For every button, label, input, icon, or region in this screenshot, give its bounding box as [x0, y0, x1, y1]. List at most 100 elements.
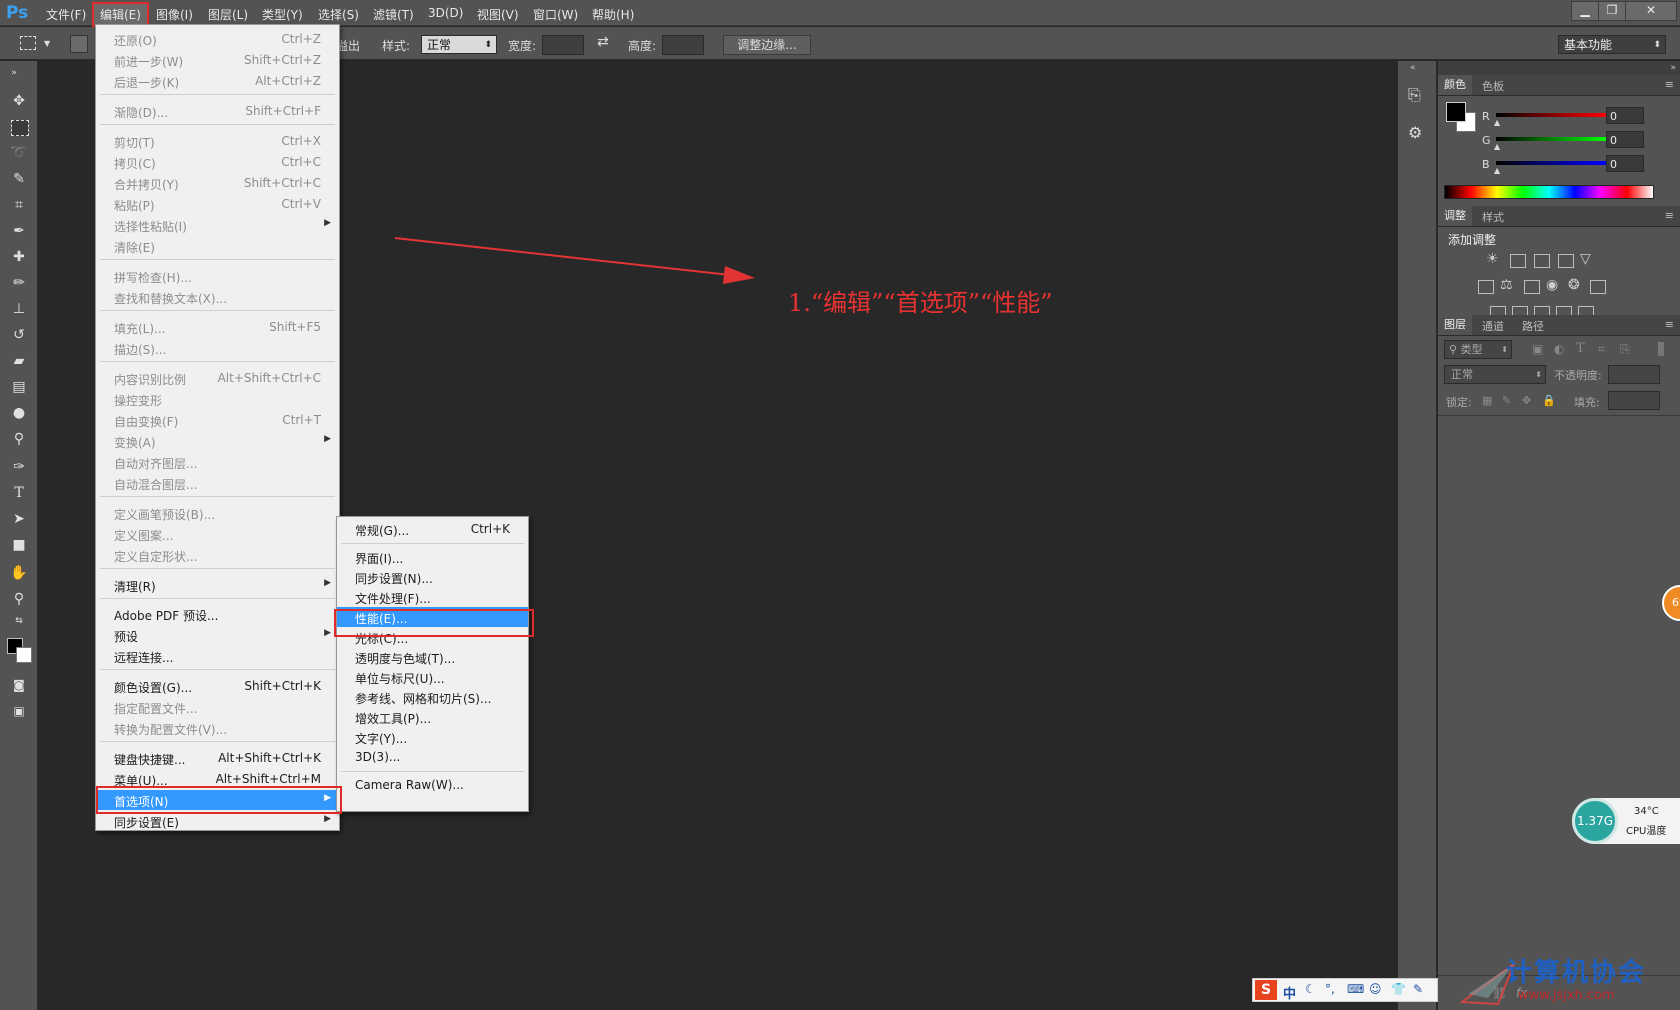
- cpu-widget[interactable]: 1.37G 34°C CPU温度: [1572, 798, 1680, 844]
- panel-menu-icon[interactable]: ≡: [1665, 209, 1674, 222]
- fill-input[interactable]: [1608, 391, 1660, 410]
- tab-channels[interactable]: 通道: [1482, 318, 1504, 334]
- preferences-menu-item[interactable]: 增效工具(P)...: [337, 707, 528, 727]
- channel-r-slider[interactable]: [1496, 113, 1606, 117]
- tab-layers[interactable]: 图层: [1438, 315, 1472, 335]
- lock-pixels-icon[interactable]: ✎: [1502, 394, 1511, 407]
- minimize-button[interactable]: ▁: [1571, 1, 1599, 21]
- eraser-tool-icon[interactable]: ▰: [9, 351, 29, 371]
- filter-smart-object-icon[interactable]: ⎘: [1620, 342, 1630, 357]
- tab-adjustments[interactable]: 调整: [1438, 206, 1472, 226]
- edit-menu-item[interactable]: 同步设置(E) ▶: [96, 811, 339, 831]
- photo-filter-icon[interactable]: ◉: [1546, 277, 1558, 293]
- levels-icon[interactable]: [1510, 254, 1526, 268]
- tab-styles[interactable]: 样式: [1482, 209, 1504, 225]
- tools-icon[interactable]: ✎: [1413, 982, 1423, 996]
- filter-shape-icon[interactable]: ⌗: [1598, 342, 1605, 357]
- opacity-input[interactable]: [1608, 365, 1660, 384]
- channel-r-value[interactable]: 0: [1606, 107, 1644, 124]
- lock-transparent-icon[interactable]: ▦: [1482, 394, 1492, 407]
- blur-tool-icon[interactable]: ●: [9, 403, 29, 423]
- eyedropper-tool-icon[interactable]: ✒: [9, 221, 29, 241]
- edit-menu-item[interactable]: 颜色设置(G)... Shift+Ctrl+K: [96, 676, 339, 696]
- preferences-menu-item[interactable]: 常规(G)... Ctrl+K: [337, 519, 528, 539]
- workspace-select[interactable]: 基本功能 ⬍: [1558, 35, 1666, 54]
- move-tool-icon[interactable]: ✥: [9, 91, 29, 111]
- preferences-menu-item[interactable]: 单位与标尺(U)...: [337, 667, 528, 687]
- background-color-swatch[interactable]: [16, 647, 32, 663]
- menu-select[interactable]: 选择(S): [318, 6, 359, 23]
- vibrance-icon[interactable]: ▽: [1580, 251, 1591, 267]
- filter-adjustment-icon[interactable]: ◐: [1554, 342, 1564, 356]
- menu-window[interactable]: 窗口(W): [533, 6, 578, 23]
- history-panel-icon[interactable]: ⎘: [1408, 85, 1421, 105]
- history-brush-tool-icon[interactable]: ↺: [9, 325, 29, 345]
- crop-tool-icon[interactable]: ⌗: [9, 195, 29, 215]
- moon-icon[interactable]: ☾: [1305, 982, 1316, 996]
- dodge-tool-icon[interactable]: ⚲: [9, 429, 29, 449]
- panel-menu-icon[interactable]: ≡: [1665, 318, 1674, 331]
- close-button[interactable]: ✕: [1625, 1, 1677, 21]
- pen-tool-icon[interactable]: ✑: [9, 457, 29, 477]
- rectangle-tool-icon[interactable]: ■: [9, 535, 29, 555]
- restore-button[interactable]: ❐: [1598, 1, 1626, 21]
- edit-menu-item[interactable]: 远程连接...: [96, 646, 339, 666]
- swap-colors-icon[interactable]: ⇆: [9, 611, 29, 631]
- preferences-menu-item[interactable]: Camera Raw(W)...: [337, 775, 528, 795]
- properties-panel-icon[interactable]: ⚙: [1408, 123, 1422, 142]
- channel-mixer-icon[interactable]: ❂: [1568, 277, 1580, 293]
- collapse-icon[interactable]: »: [4, 63, 24, 83]
- menu-image[interactable]: 图像(I): [156, 6, 193, 23]
- chevron-down-icon[interactable]: ▼: [44, 39, 50, 48]
- marquee-preset-icon[interactable]: [20, 36, 36, 50]
- preferences-menu-item[interactable]: 文字(Y)...: [337, 727, 528, 747]
- hand-tool-icon[interactable]: ✋: [9, 563, 29, 583]
- menu-filter[interactable]: 滤镜(T): [373, 6, 414, 23]
- brightness-icon[interactable]: ☀: [1486, 251, 1499, 267]
- edit-menu-item[interactable]: 预设 ▶: [96, 625, 339, 645]
- edit-menu-item[interactable]: 清理(R) ▶: [96, 575, 339, 595]
- filter-type-icon[interactable]: T: [1576, 341, 1585, 356]
- tab-color[interactable]: 颜色: [1438, 75, 1472, 95]
- menu-3d[interactable]: 3D(D): [428, 6, 463, 20]
- keyboard-icon[interactable]: ⌨: [1347, 982, 1364, 996]
- menu-type[interactable]: 类型(Y): [262, 6, 303, 23]
- color-balance-icon[interactable]: ⚖: [1500, 277, 1513, 293]
- channel-b-slider[interactable]: [1496, 161, 1606, 165]
- width-input[interactable]: [542, 35, 584, 55]
- filter-pixel-icon[interactable]: ▣: [1532, 342, 1543, 356]
- color-lookup-icon[interactable]: [1590, 280, 1606, 294]
- channel-g-value[interactable]: 0: [1606, 131, 1644, 148]
- style-select[interactable]: 正常 ⬍: [421, 35, 497, 54]
- refine-edge-button[interactable]: 调整边缘...: [723, 35, 811, 55]
- preferences-menu-item[interactable]: 界面(I)...: [337, 547, 528, 567]
- gradient-tool-icon[interactable]: ▤: [9, 377, 29, 397]
- channel-g-slider[interactable]: [1496, 137, 1606, 141]
- layer-filter-select[interactable]: ⚲ 类型 ⬍: [1444, 340, 1512, 359]
- brush-tool-icon[interactable]: ✏: [9, 273, 29, 293]
- color-spectrum-bar[interactable]: [1444, 185, 1654, 199]
- collapse-icon[interactable]: «: [1410, 63, 1416, 73]
- preferences-menu-item[interactable]: 同步设置(N)...: [337, 567, 528, 587]
- skin-icon[interactable]: 👕: [1391, 982, 1406, 996]
- healing-brush-tool-icon[interactable]: ✚: [9, 247, 29, 267]
- preferences-menu-item[interactable]: 3D(3)...: [337, 747, 528, 767]
- hue-saturation-icon[interactable]: [1478, 280, 1494, 294]
- tab-paths[interactable]: 路径: [1522, 318, 1544, 334]
- edit-menu-item[interactable]: Adobe PDF 预设...: [96, 604, 339, 624]
- height-input[interactable]: [662, 35, 704, 55]
- screen-mode-icon[interactable]: ▣: [9, 701, 29, 721]
- new-selection-icon[interactable]: [70, 35, 88, 53]
- ime-toolbar[interactable]: S 中 ☾ °, ⌨ ☺ 👕 ✎: [1252, 978, 1438, 1002]
- menu-file[interactable]: 文件(F): [46, 6, 86, 23]
- preferences-menu-item[interactable]: 文件处理(F)...: [337, 587, 528, 607]
- expand-icon[interactable]: »: [1670, 63, 1676, 73]
- preferences-menu-item[interactable]: 透明度与色域(T)...: [337, 647, 528, 667]
- swap-icon[interactable]: ⇄: [597, 34, 609, 50]
- slider-handle-icon[interactable]: ▲: [1494, 142, 1500, 151]
- slider-handle-icon[interactable]: ▲: [1494, 118, 1500, 127]
- menu-layer[interactable]: 图层(L): [208, 6, 248, 23]
- marquee-tool-icon[interactable]: [11, 120, 29, 136]
- type-tool-icon[interactable]: T: [9, 483, 29, 503]
- ime-language[interactable]: 中: [1283, 983, 1296, 1002]
